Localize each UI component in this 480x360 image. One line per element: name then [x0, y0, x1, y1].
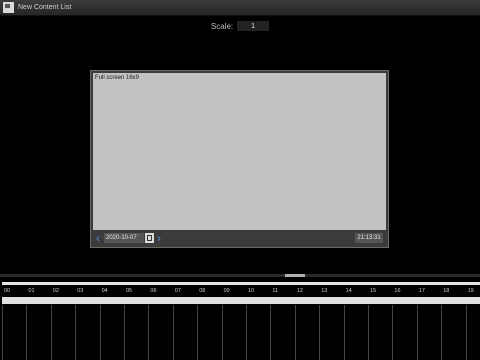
app-window-icon [3, 2, 14, 13]
splitter-bar[interactable] [0, 274, 480, 277]
timeline-hour-label: 12 [296, 288, 303, 294]
scale-input[interactable] [237, 21, 270, 31]
timeline-gridline [392, 305, 394, 360]
timeline-gridline [416, 305, 418, 360]
title-bar: New Content List [0, 0, 480, 16]
timeline-gridline [172, 305, 174, 360]
timeline-gridline [441, 305, 443, 360]
timeline-hour-label: 07 [174, 288, 181, 294]
timeline-band[interactable] [2, 297, 480, 304]
timeline-gridline [221, 305, 223, 360]
timeline-gridline [319, 305, 321, 360]
timeline-hour-label: 08 [199, 288, 206, 294]
splitter-handle[interactable] [285, 274, 305, 277]
timeline-hour-label: 16 [394, 288, 401, 294]
scale-label: Scale: [210, 21, 234, 31]
timeline-hour-label: 00 [4, 288, 11, 294]
timeline-hour-label: 10 [248, 288, 255, 294]
timeline-gridline [368, 305, 369, 360]
timeline-gridline [99, 305, 101, 360]
timeline-hour-label: 05 [126, 288, 133, 294]
timeline-hour-label: 19 [467, 288, 474, 294]
preview-panel: Full screen 16x9 ‹ 2020-10-07 › 21:13:31 [90, 70, 389, 248]
timeline-hour-label: 02 [52, 288, 59, 294]
timeline-hour-label: 18 [443, 288, 450, 294]
timeline-gridline [75, 305, 77, 360]
chevron-left-icon[interactable]: ‹ [93, 232, 103, 244]
timeline-gridline [294, 305, 296, 360]
timeline-gridline [2, 305, 3, 360]
timeline-scrollbar[interactable] [2, 282, 480, 285]
timeline-hour-label: 17 [418, 288, 425, 294]
timeline-hour-label: 15 [370, 288, 377, 294]
timeline-gridline [26, 305, 28, 360]
timeline-gridline [148, 305, 150, 360]
timeline-hour-ruler: 00 01 02 03 04 05 06 07 08 09 10 11 12 13 14 15 16 17 18 19 [2, 286, 480, 296]
timeline-hour-label: 14 [345, 288, 352, 294]
timeline-gridline [197, 305, 199, 360]
timeline-gridline [50, 305, 52, 360]
timeline-hour-label: 06 [150, 288, 157, 294]
timeline-track[interactable] [2, 305, 480, 360]
timeline-hour-label: 13 [321, 288, 328, 294]
timeline-hour-label: 04 [101, 288, 108, 294]
chevron-right-icon[interactable]: › [154, 232, 164, 244]
preview-controls: ‹ 2020-10-07 › 21:13:31 [93, 231, 386, 245]
timeline-gridline [124, 305, 125, 360]
timeline-hour-label: 01 [28, 288, 35, 294]
timeline-gridline [246, 305, 247, 360]
timeline-hour-label: 03 [77, 288, 84, 294]
calendar-icon[interactable] [145, 233, 154, 243]
timeline-hour-label: 11 [272, 288, 279, 294]
timeline-gridline [465, 305, 467, 360]
timeline-gridline [270, 305, 272, 360]
window-title: New Content List [18, 4, 72, 11]
timeline-gridline [343, 305, 345, 360]
timeline-hour-label: 09 [223, 288, 230, 294]
canvas-layout-label: Full screen 16x9 [95, 75, 140, 81]
date-field[interactable]: 2020-10-07 [104, 233, 144, 243]
time-display: 21:13:31 [355, 233, 383, 243]
scale-row: Scale: [0, 20, 480, 32]
preview-canvas[interactable]: Full screen 16x9 [93, 73, 386, 230]
